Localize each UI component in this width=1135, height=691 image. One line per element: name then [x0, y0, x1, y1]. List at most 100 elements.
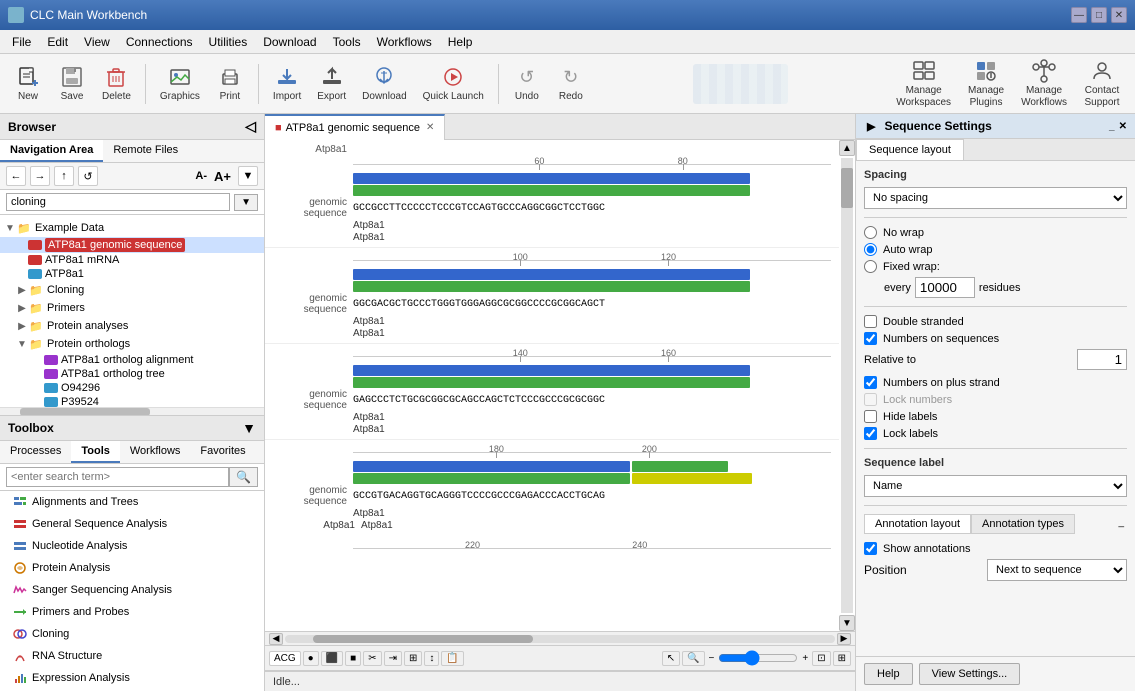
tree-node-atp8a1-ortholog-alignment[interactable]: ▶ ATP8a1 ortholog alignment	[0, 353, 264, 367]
expand-cloning[interactable]: ▶	[16, 284, 28, 296]
browser-search-input[interactable]	[6, 193, 230, 211]
sequence-label-select[interactable]: Name ID Accession	[864, 475, 1127, 497]
expand-protein-orthologs[interactable]: ▼	[16, 338, 28, 350]
ann-tab-types[interactable]: Annotation types	[971, 514, 1075, 534]
nav-up-button[interactable]: ↑	[54, 166, 74, 186]
tool-item-general-seq[interactable]: General Sequence Analysis	[0, 513, 264, 535]
font-larger-button[interactable]: A+	[214, 169, 231, 184]
manage-workflows-button[interactable]: ManageWorkflows	[1015, 55, 1073, 113]
sequence-view[interactable]: ▲ ▼ Atp8a1	[265, 140, 855, 631]
ann-tabs-collapse[interactable]: _	[1115, 514, 1127, 534]
tree-scrollbar[interactable]	[0, 407, 264, 415]
menu-workflows[interactable]: Workflows	[369, 32, 440, 52]
menu-tools[interactable]: Tools	[325, 32, 369, 52]
tool-search-button[interactable]: 🔍	[229, 467, 258, 487]
lock-labels-checkbox[interactable]	[864, 427, 877, 440]
delete-button[interactable]: Delete	[96, 61, 137, 106]
seq-btn-cursor[interactable]: ↖	[662, 651, 680, 666]
menu-download[interactable]: Download	[255, 32, 324, 52]
minimize-button[interactable]: —	[1071, 7, 1087, 23]
settings-tab-sequence-layout[interactable]: Sequence layout	[856, 139, 964, 160]
save-button[interactable]: Save	[52, 61, 92, 106]
tool-item-nucleotide[interactable]: Nucleotide Analysis	[0, 535, 264, 557]
ann-tab-layout[interactable]: Annotation layout	[864, 514, 971, 534]
scroll-down-button[interactable]: ▼	[839, 615, 855, 631]
export-button[interactable]: Export	[311, 61, 352, 106]
spacing-select[interactable]: No spacing Small spacing Medium spacing …	[864, 187, 1127, 209]
tree-node-protein-analyses[interactable]: ▶ 📁 Protein analyses	[0, 317, 264, 335]
seq-btn-6[interactable]: ⇥	[384, 651, 402, 666]
import-button[interactable]: Import	[267, 61, 307, 106]
quicklaunch-button[interactable]: Quick Launch	[417, 61, 490, 106]
tree-node-cloning[interactable]: ▶ 📁 Cloning	[0, 281, 264, 299]
tree-node-atp8a1-ortholog-tree[interactable]: ▶ ATP8a1 ortholog tree	[0, 367, 264, 381]
seq-btn-7[interactable]: ⊞	[404, 651, 422, 666]
relative-to-input[interactable]	[1077, 349, 1127, 370]
toolbox-tab-tools[interactable]: Tools	[71, 441, 120, 463]
filter-button[interactable]: ▼	[238, 166, 258, 186]
settings-collapse-icon[interactable]: ▶	[864, 120, 878, 133]
nav-tab-remote[interactable]: Remote Files	[103, 140, 188, 162]
nav-tab-navigation[interactable]: Navigation Area	[0, 140, 103, 162]
graphics-button[interactable]: Graphics	[154, 61, 206, 106]
tree-node-atp8a1-mrna[interactable]: ▶ ATP8a1 mRNA	[0, 253, 264, 267]
browser-collapse-icon[interactable]: ◁	[245, 118, 256, 135]
seq-btn-2[interactable]: ●	[303, 651, 319, 666]
seq-btn-zoom[interactable]: 🔍	[682, 651, 704, 666]
seq-btn-9[interactable]: 📋	[441, 651, 463, 666]
search-filter-button[interactable]: ▼	[234, 194, 258, 211]
settings-minimize-icon[interactable]: _	[1109, 121, 1115, 132]
tree-node-protein-orthologs[interactable]: ▼ 📁 Protein orthologs	[0, 335, 264, 353]
help-button[interactable]: Help	[864, 663, 913, 685]
seq-btn-5[interactable]: ✂	[363, 651, 381, 666]
zoom-slider[interactable]	[718, 650, 798, 666]
menu-utilities[interactable]: Utilities	[201, 32, 256, 52]
tree-node-example-data[interactable]: ▼ 📁 Example Data	[0, 219, 264, 237]
tool-item-sanger[interactable]: Sanger Sequencing Analysis	[0, 579, 264, 601]
nav-forward-button[interactable]: →	[30, 166, 50, 186]
toolbox-collapse-icon[interactable]: ▼	[242, 420, 256, 436]
h-scroll-left[interactable]: ◀	[269, 633, 283, 645]
seq-btn-3[interactable]: ⬛	[321, 651, 343, 666]
toolbox-tab-workflows[interactable]: Workflows	[120, 441, 191, 463]
every-input[interactable]	[915, 277, 975, 298]
contact-support-button[interactable]: ContactSupport	[1077, 55, 1127, 113]
position-select[interactable]: Next to sequence Above sequence Below se…	[987, 559, 1127, 581]
tree-node-atp8a1[interactable]: ▶ ATP8a1	[0, 267, 264, 281]
nav-back-button[interactable]: ←	[6, 166, 26, 186]
double-stranded-checkbox[interactable]	[864, 315, 877, 328]
nav-refresh-button[interactable]: ↺	[78, 166, 98, 186]
toolbox-tab-processes[interactable]: Processes	[0, 441, 71, 463]
new-button[interactable]: New	[8, 61, 48, 106]
tool-item-rna[interactable]: RNA Structure	[0, 645, 264, 667]
manage-plugins-button[interactable]: ManagePlugins	[961, 55, 1011, 113]
toolbox-tab-favorites[interactable]: Favorites	[190, 441, 255, 463]
menu-file[interactable]: File	[4, 32, 39, 52]
view-settings-button[interactable]: View Settings...	[919, 663, 1021, 685]
undo-button[interactable]: ↺ Undo	[507, 61, 547, 106]
seq-btn-fit[interactable]: ⊡	[812, 651, 830, 666]
tool-item-alignments[interactable]: Alignments and Trees	[0, 491, 264, 513]
radio-fixed-wrap-input[interactable]	[864, 260, 877, 273]
numbers-plus-strand-checkbox[interactable]	[864, 376, 877, 389]
download-button[interactable]: Download	[356, 61, 412, 106]
doc-tab-atp8a1[interactable]: ■ ATP8a1 genomic sequence ✕	[265, 114, 445, 140]
tool-search-input[interactable]	[6, 467, 229, 487]
hide-labels-checkbox[interactable]	[864, 410, 877, 423]
menu-view[interactable]: View	[76, 32, 118, 52]
tool-item-primers[interactable]: Primers and Probes	[0, 601, 264, 623]
scroll-up-button[interactable]: ▲	[839, 140, 855, 156]
menu-help[interactable]: Help	[440, 32, 481, 52]
expand-primers[interactable]: ▶	[16, 302, 28, 314]
expand-protein-analyses[interactable]: ▶	[16, 320, 28, 332]
menu-edit[interactable]: Edit	[39, 32, 76, 52]
seq-btn-8[interactable]: ↕	[424, 651, 439, 666]
tree-node-primers[interactable]: ▶ 📁 Primers	[0, 299, 264, 317]
menu-connections[interactable]: Connections	[118, 32, 201, 52]
tree-node-o94296[interactable]: ▶ O94296	[0, 381, 264, 395]
maximize-button[interactable]: □	[1091, 7, 1107, 23]
seq-btn-4[interactable]: ■	[345, 651, 361, 666]
close-button[interactable]: ✕	[1111, 7, 1127, 23]
tool-item-protein-analysis[interactable]: Protein Analysis	[0, 557, 264, 579]
tree-node-atp8a1-genomic[interactable]: ▶ ATP8a1 genomic sequence	[0, 237, 264, 253]
